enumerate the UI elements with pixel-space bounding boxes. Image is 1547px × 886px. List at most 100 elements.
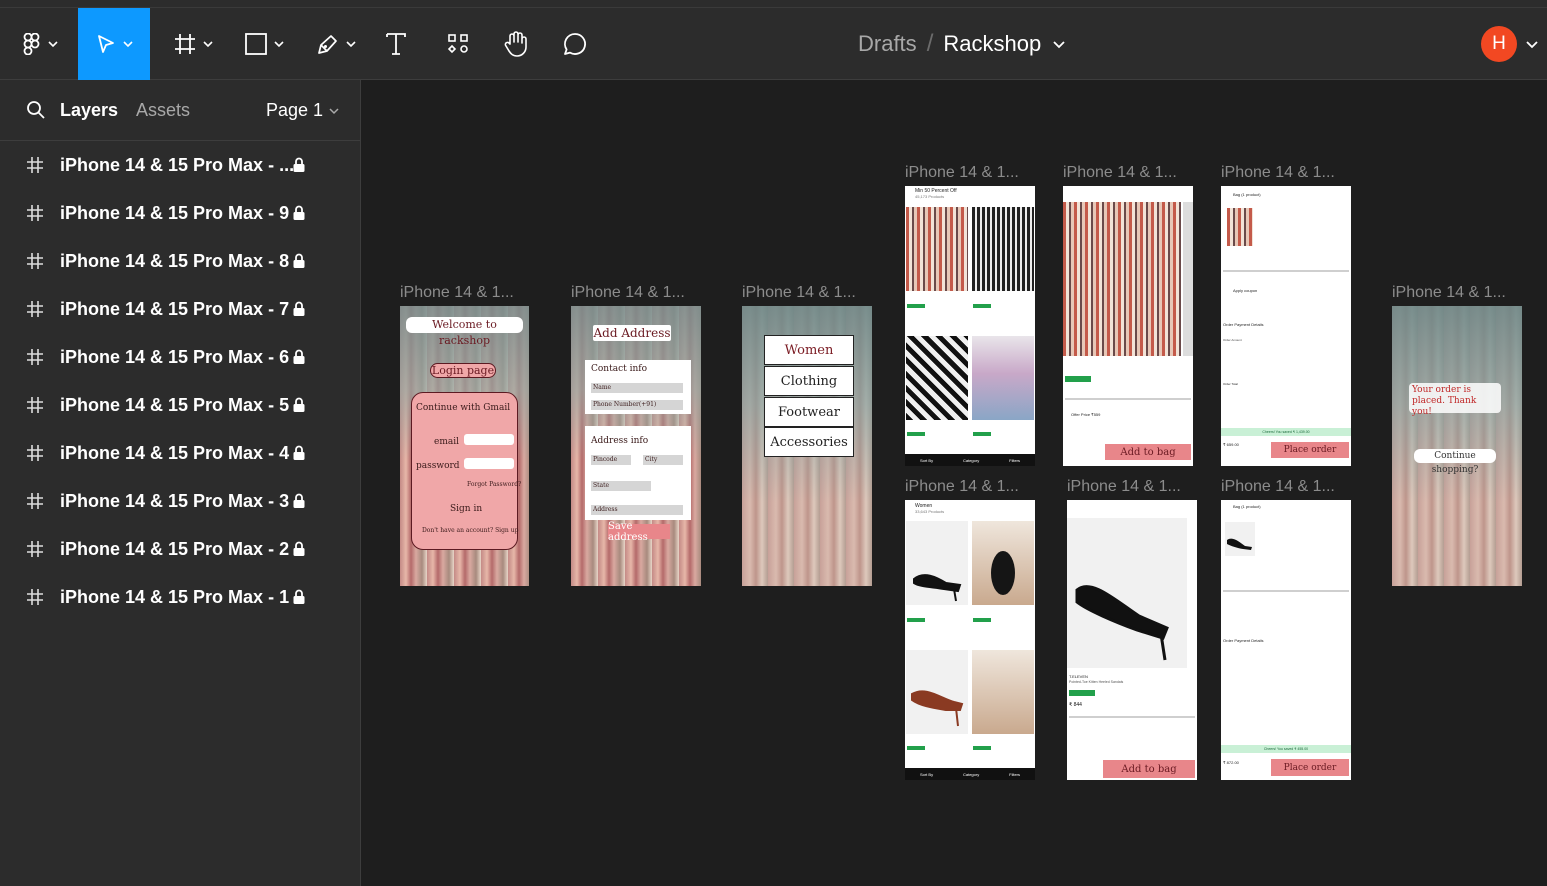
frame-order-placed[interactable]: Your order is placed. Thank you! Continu… (1392, 306, 1522, 586)
frame-product-detail-bottom[interactable]: T.ELEVEN Pointed-Toe Kitten Heeled Sanda… (1067, 500, 1197, 780)
place-order-button[interactable]: Place order (1271, 442, 1349, 458)
frame-label[interactable]: iPhone 14 & 1... (742, 284, 856, 302)
frame-shop-listing-top[interactable]: Min 50 Percent Off 45,173 Products Sort … (905, 186, 1035, 466)
filters-button[interactable]: Filters (1009, 458, 1020, 463)
product-image[interactable] (972, 650, 1034, 734)
lock-icon[interactable] (292, 301, 306, 317)
main-menu-button[interactable] (18, 8, 62, 80)
frame-label[interactable]: iPhone 14 & 1... (571, 284, 685, 302)
avatar[interactable]: H (1481, 26, 1517, 62)
layer-item[interactable]: iPhone 14 & 15 Pro Max - 5 (0, 381, 360, 429)
menu-item-women[interactable]: Women (764, 335, 854, 365)
sort-by-button[interactable]: Sort By (920, 458, 933, 463)
shape-tool-button[interactable] (238, 8, 290, 80)
layer-item[interactable]: iPhone 14 & 15 Pro Max - 9 (0, 189, 360, 237)
sort-by-button[interactable]: Sort By (920, 772, 933, 777)
product-image[interactable] (906, 207, 968, 291)
frame-label[interactable]: iPhone 14 & 1... (1067, 478, 1181, 496)
layer-item[interactable]: iPhone 14 & 15 Pro Max - 3 (0, 477, 360, 525)
state-field[interactable]: State (591, 481, 651, 491)
product-hero-image[interactable] (1067, 518, 1187, 668)
chevron-down-icon[interactable] (1526, 39, 1538, 49)
category-button[interactable]: Category (963, 772, 979, 777)
product-image[interactable] (972, 207, 1034, 291)
layer-item[interactable]: iPhone 14 & 15 Pro Max - 2 (0, 525, 360, 573)
page-selector[interactable]: Page 1 (266, 100, 339, 121)
sign-in-button[interactable]: Sign in (450, 504, 482, 514)
frame-label[interactable]: iPhone 14 & 1... (1063, 164, 1177, 182)
add-to-bag-button[interactable]: Add to bag (1103, 760, 1195, 778)
menu-item-accessories[interactable]: Accessories (764, 427, 854, 457)
product-image[interactable] (906, 521, 968, 605)
phone-field[interactable]: Phone Number(+91) (591, 400, 683, 410)
design-canvas[interactable]: iPhone 14 & 1... iPhone 14 & 1... iPhone… (362, 80, 1547, 886)
lock-icon[interactable] (292, 493, 306, 509)
continue-shopping-button[interactable]: Continue shopping? (1414, 449, 1496, 475)
frame-tool-button[interactable] (168, 8, 218, 80)
frame-label[interactable]: iPhone 14 & 1... (905, 478, 1019, 496)
layer-item[interactable]: iPhone 14 & 15 Pro Max - 4 (0, 429, 360, 477)
lock-icon[interactable] (292, 445, 306, 461)
pen-tool-button[interactable] (310, 8, 362, 80)
listing-count: 33,643 Products (915, 509, 945, 514)
tab-layers[interactable]: Layers (60, 100, 118, 121)
layer-item[interactable]: iPhone 14 & 15 Pro Max - 7 (0, 285, 360, 333)
address-field[interactable]: Address (591, 505, 683, 515)
name-field[interactable]: Name (591, 383, 683, 393)
save-address-button[interactable]: Save address (608, 521, 670, 543)
lock-icon[interactable] (292, 157, 306, 173)
comment-tool-button[interactable] (558, 8, 592, 80)
frame-label[interactable]: iPhone 14 & 1... (1392, 284, 1506, 302)
layer-item[interactable]: iPhone 14 & 15 Pro Max - 8 (0, 237, 360, 285)
lock-icon[interactable] (292, 253, 306, 269)
product-image[interactable] (972, 336, 1034, 420)
layer-item[interactable]: iPhone 14 & 15 Pro Max - 1 (0, 573, 360, 621)
layer-item[interactable]: iPhone 14 & 15 Pro Max - 6 (0, 333, 360, 381)
frame-label[interactable]: iPhone 14 & 1... (1221, 164, 1335, 182)
product-image[interactable] (972, 521, 1034, 605)
tab-assets[interactable]: Assets (136, 100, 190, 121)
layer-item[interactable]: iPhone 14 & 15 Pro Max - ... (0, 141, 360, 189)
resources-button[interactable] (442, 8, 474, 80)
apply-coupon[interactable]: Apply coupon (1233, 288, 1257, 293)
product-brand: T.ELEVEN (1069, 674, 1088, 679)
product-image[interactable] (906, 650, 968, 734)
text-tool-button[interactable] (380, 8, 412, 80)
frame-add-address[interactable]: Add Address Contact info Name Phone Numb… (571, 306, 701, 586)
frame-product-detail-top[interactable]: Offer Price ₹559 Add to bag (1063, 186, 1193, 466)
signup-link[interactable]: Don't have an account? Sign up (422, 527, 518, 534)
frame-bag-bottom[interactable]: Bag (1 product) Order Payment Details Ch… (1221, 500, 1351, 780)
frame-label[interactable]: iPhone 14 & 1... (400, 284, 514, 302)
product-image[interactable] (906, 336, 968, 420)
frame-label[interactable]: iPhone 14 & 1... (1221, 478, 1335, 496)
frame-login[interactable]: Welcome to rackshop Login page Continue … (400, 306, 529, 586)
pincode-field[interactable]: Pincode (591, 455, 631, 465)
product-hero-image[interactable] (1063, 202, 1181, 356)
add-to-bag-button[interactable]: Add to bag (1105, 444, 1191, 460)
frame-bag-top[interactable]: Bag (1 product) Apply coupon Order Payme… (1221, 186, 1351, 466)
menu-item-clothing[interactable]: Clothing (764, 366, 854, 396)
continue-gmail-label[interactable]: Continue with Gmail (416, 403, 510, 413)
file-name[interactable]: Rackshop (943, 31, 1041, 57)
category-button[interactable]: Category (963, 458, 979, 463)
place-order-button[interactable]: Place order (1271, 759, 1349, 776)
lock-icon[interactable] (292, 397, 306, 413)
breadcrumb-drafts[interactable]: Drafts (858, 31, 917, 57)
filters-button[interactable]: Filters (1009, 772, 1020, 777)
frame-label[interactable]: iPhone 14 & 1... (905, 164, 1019, 182)
password-field[interactable] (464, 458, 514, 469)
lock-icon[interactable] (292, 541, 306, 557)
move-tool-button[interactable] (78, 8, 150, 80)
lock-icon[interactable] (292, 205, 306, 221)
city-field[interactable]: City (643, 455, 683, 465)
search-icon[interactable] (26, 100, 46, 120)
frame-shop-listing-bottom[interactable]: Women 33,643 Products Sort By Category F… (905, 500, 1035, 780)
lock-icon[interactable] (292, 589, 306, 605)
lock-icon[interactable] (292, 349, 306, 365)
hand-tool-button[interactable] (498, 8, 534, 80)
frame-category-menu[interactable]: Women Clothing Footwear Accessories (742, 306, 872, 586)
chevron-down-icon[interactable] (1053, 39, 1065, 49)
email-field[interactable] (464, 434, 514, 445)
forgot-password-link[interactable]: Forgot Password? (467, 481, 521, 488)
menu-item-footwear[interactable]: Footwear (764, 397, 854, 427)
